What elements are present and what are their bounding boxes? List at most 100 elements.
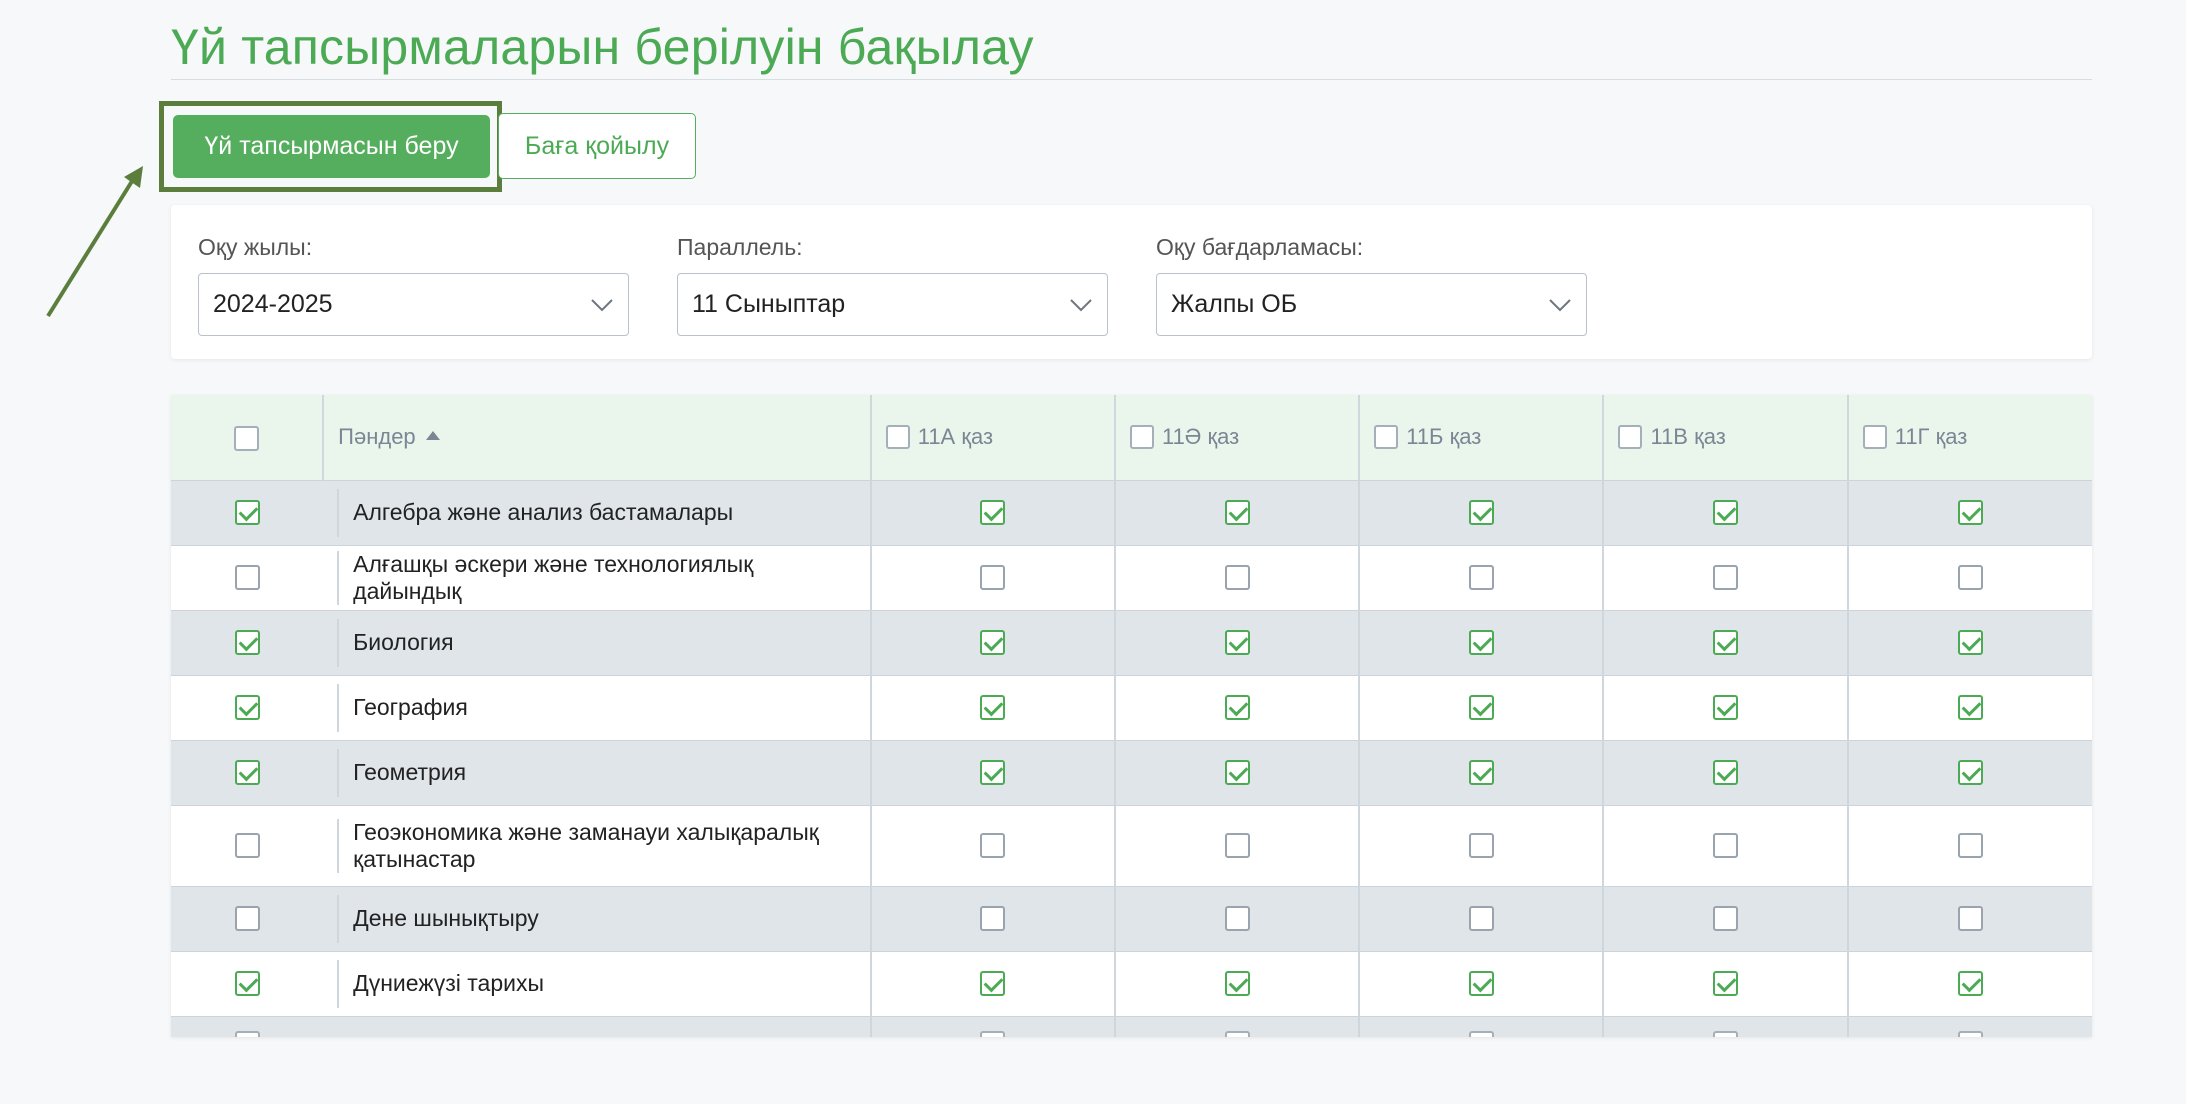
class-checkbox[interactable]	[1224, 1030, 1250, 1037]
class-4-label: 11Г қаз	[1894, 424, 1968, 450]
row-select-checkbox[interactable]	[234, 565, 260, 590]
class-cell	[1602, 740, 1848, 805]
chevron-down-icon	[591, 298, 613, 311]
class-checkbox[interactable]	[1468, 833, 1494, 858]
row-select-checkbox[interactable]	[234, 906, 260, 931]
class-checkbox[interactable]	[1957, 565, 1983, 590]
class-checkbox[interactable]	[980, 500, 1006, 525]
class-cell	[1358, 740, 1604, 805]
class-cell	[1846, 951, 2092, 1016]
subject-cell: География	[323, 675, 871, 740]
header-subjects[interactable]: Пәндер	[322, 395, 871, 480]
class-checkbox[interactable]	[1713, 760, 1739, 785]
class-cell	[1602, 886, 1848, 951]
class-4-checkbox[interactable]	[1862, 425, 1887, 450]
row-select-checkbox[interactable]	[234, 695, 260, 720]
row-select-checkbox[interactable]	[234, 971, 260, 996]
subject-cell: Алғашқы әскери және технологиялық дайынд…	[323, 545, 871, 610]
class-checkbox[interactable]	[1957, 630, 1983, 655]
class-checkbox[interactable]	[1468, 565, 1494, 590]
class-checkbox[interactable]	[980, 833, 1006, 858]
class-checkbox[interactable]	[1468, 906, 1494, 931]
class-checkbox[interactable]	[1468, 971, 1494, 996]
class-checkbox[interactable]	[980, 630, 1006, 655]
sort-asc-icon	[425, 431, 440, 441]
class-2-checkbox[interactable]	[1374, 425, 1399, 450]
class-checkbox[interactable]	[1468, 1030, 1494, 1037]
filter-parallel-label: Параллель:	[677, 234, 803, 260]
tab-homework-assign[interactable]: Үй тапсырмасын беру	[173, 115, 490, 178]
class-checkbox[interactable]	[1224, 906, 1250, 931]
row-select-cell	[171, 675, 323, 740]
filter-parallel: Параллель: 11 Сыныптар	[677, 234, 1108, 336]
class-checkbox[interactable]	[1713, 1030, 1739, 1037]
class-checkbox[interactable]	[1713, 565, 1739, 590]
class-checkbox[interactable]	[1957, 971, 1983, 996]
class-checkbox[interactable]	[1468, 500, 1494, 525]
class-checkbox[interactable]	[980, 971, 1006, 996]
class-3-checkbox[interactable]	[1618, 425, 1643, 450]
header-class-4: 11Г қаз	[1846, 395, 2092, 480]
parallel-select[interactable]: 11 Сыныптар	[677, 273, 1108, 336]
class-cell	[1113, 740, 1360, 805]
row-select-checkbox[interactable]	[234, 500, 260, 525]
subject-cell: Геоэкономика және заманауи халықаралық қ…	[323, 805, 871, 886]
table-row: Биология	[171, 610, 2092, 675]
class-checkbox[interactable]	[1224, 565, 1250, 590]
class-checkbox[interactable]	[1957, 1030, 1983, 1037]
class-cell	[1602, 1016, 1848, 1037]
class-checkbox[interactable]	[1224, 833, 1250, 858]
class-cell	[1846, 545, 2092, 610]
class-checkbox[interactable]	[1713, 833, 1739, 858]
subject-name: Дене шынықтыру	[353, 905, 539, 931]
row-select-checkbox[interactable]	[234, 630, 260, 655]
class-checkbox[interactable]	[980, 695, 1006, 720]
year-select[interactable]: 2024-2025	[198, 273, 629, 336]
class-1-checkbox[interactable]	[1129, 425, 1154, 450]
header-class-0: 11А қаз	[869, 395, 1115, 480]
class-checkbox[interactable]	[1224, 630, 1250, 655]
table-row: Дүниежүзі тарихы	[171, 951, 2092, 1016]
class-checkbox[interactable]	[1957, 833, 1983, 858]
row-select-checkbox[interactable]	[234, 760, 260, 785]
class-checkbox[interactable]	[1713, 971, 1739, 996]
select-all-checkbox[interactable]	[234, 425, 260, 451]
chevron-down-icon	[1070, 298, 1092, 311]
table-row: Алгебра және анализ бастамалары	[171, 480, 2092, 545]
title-divider	[171, 79, 2092, 80]
class-checkbox[interactable]	[1224, 760, 1250, 785]
class-checkbox[interactable]	[980, 760, 1006, 785]
class-checkbox[interactable]	[1713, 695, 1739, 720]
class-checkbox[interactable]	[1224, 500, 1250, 525]
class-checkbox[interactable]	[1224, 971, 1250, 996]
class-checkbox[interactable]	[980, 1030, 1006, 1037]
program-select[interactable]: Жалпы ОБ	[1156, 273, 1587, 336]
class-checkbox[interactable]	[1957, 906, 1983, 931]
class-checkbox[interactable]	[1468, 760, 1494, 785]
class-checkbox[interactable]	[1713, 630, 1739, 655]
class-checkbox[interactable]	[1957, 695, 1983, 720]
class-0-checkbox[interactable]	[885, 425, 910, 450]
row-select-cell	[171, 951, 323, 1016]
class-checkbox[interactable]	[980, 565, 1006, 590]
class-0-label: 11А қаз	[917, 424, 994, 450]
class-checkbox[interactable]	[1468, 695, 1494, 720]
class-checkbox[interactable]	[1224, 695, 1250, 720]
class-checkbox[interactable]	[980, 906, 1006, 931]
tab-grading[interactable]: Баға қойылу	[498, 113, 696, 179]
class-checkbox[interactable]	[1468, 630, 1494, 655]
program-select-value: Жалпы ОБ	[1171, 290, 1298, 318]
class-checkbox[interactable]	[1957, 760, 1983, 785]
class-checkbox[interactable]	[1713, 500, 1739, 525]
filter-year: Оқу жылы: 2024-2025	[198, 234, 629, 336]
row-select-checkbox[interactable]	[234, 833, 260, 858]
table-row: Геоэкономика және заманауи халықаралық қ…	[171, 805, 2092, 886]
class-3-label: 11В қаз	[1650, 424, 1726, 450]
subjects-header-label: Пәндер	[338, 424, 416, 450]
class-checkbox[interactable]	[1713, 906, 1739, 931]
table-row: Алғашқы әскери және технологиялық дайынд…	[171, 545, 2092, 610]
row-select-checkbox[interactable]	[234, 1030, 260, 1037]
class-cell	[1358, 675, 1604, 740]
class-checkbox[interactable]	[1957, 500, 1983, 525]
class-cell	[1602, 545, 1848, 610]
